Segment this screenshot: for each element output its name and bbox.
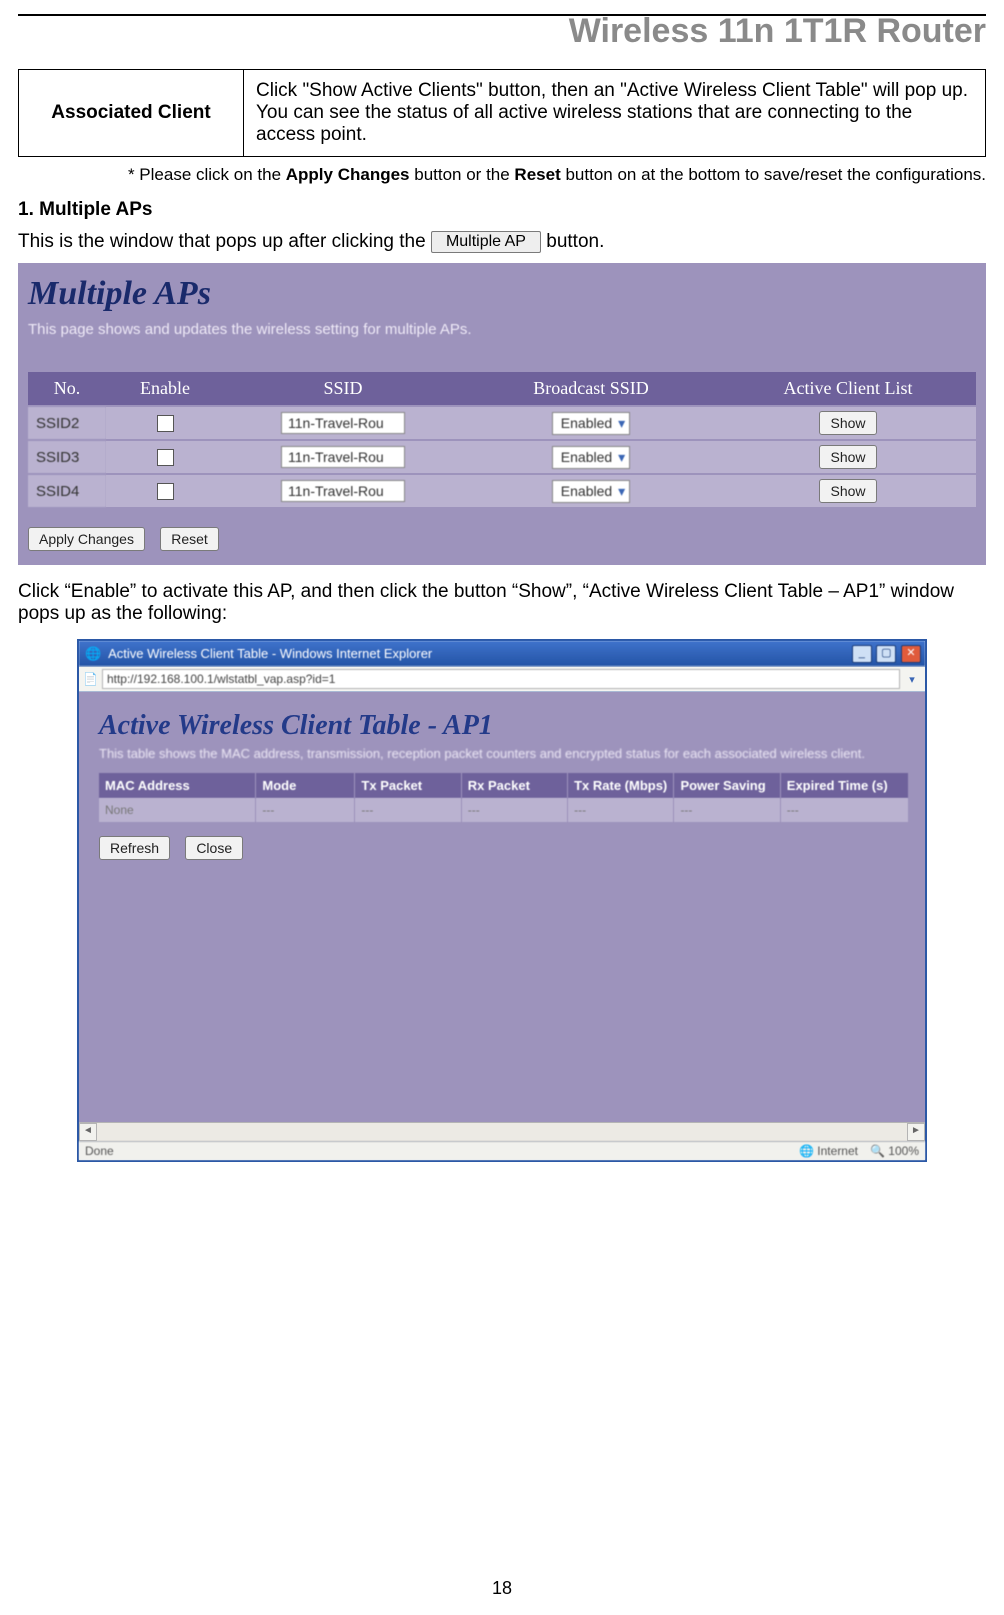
page-icon: 📄 [83,672,98,686]
ssid-input[interactable]: 11n-Travel-Rou [281,480,405,502]
client-table-title: Active Wireless Client Table - AP1 [99,710,909,742]
table-row: SSID3 11n-Travel-Rou Enabled Show [28,440,976,474]
section-heading-multiple-aps: 1. Multiple APs [18,199,986,221]
scroll-left-icon[interactable]: ◄ [79,1123,97,1141]
ssid-input[interactable]: 11n-Travel-Rou [281,412,405,434]
go-dropdown-icon[interactable]: ▾ [903,673,921,686]
url-input[interactable]: http://192.168.100.1/wlstatbl_vap.asp?id… [102,669,900,689]
window-title: 🌐 Active Wireless Client Table - Windows… [85,646,432,662]
cell-none: None [99,798,256,822]
row-no: SSID4 [28,474,106,508]
ie-window: 🌐 Active Wireless Client Table - Windows… [77,639,927,1162]
cell: --- [674,798,780,822]
cell: --- [780,798,908,822]
col-header: Tx Packet [355,773,461,798]
col-header: Mode [256,773,355,798]
horizontal-scrollbar[interactable]: ◄ ► [79,1122,925,1141]
client-table: MAC Address Mode Tx Packet Rx Packet Tx … [99,773,909,822]
status-done: Done [85,1144,114,1158]
definition-description: Click "Show Active Clients" button, then… [244,70,986,157]
cell: --- [461,798,567,822]
col-header-enable: Enable [106,372,224,406]
row-no: SSID3 [28,440,106,474]
between-text: Click “Enable” to activate this AP, and … [18,581,986,625]
broadcast-select[interactable]: Enabled [552,480,630,503]
show-button[interactable]: Show [819,445,876,469]
refresh-button[interactable]: Refresh [99,836,170,860]
enable-checkbox[interactable] [157,483,174,500]
page-title: Wireless 11n 1T1R Router [18,12,986,51]
cell: --- [256,798,355,822]
table-row: SSID2 11n-Travel-Rou Enabled Show [28,406,976,440]
col-header-ssid: SSID [224,372,462,406]
security-zone: 🌐 Internet [799,1144,858,1158]
col-header-active: Active Client List [720,372,976,406]
col-header: MAC Address [99,773,256,798]
col-header: Rx Packet [461,773,567,798]
ssid-input[interactable]: 11n-Travel-Rou [281,446,405,468]
status-bar: Done 🌐 Internet 🔍 100% [79,1141,925,1160]
table-row: None --- --- --- --- --- --- [99,798,909,822]
show-button[interactable]: Show [819,479,876,503]
row-no: SSID2 [28,406,106,440]
client-table-description: This table shows the MAC address, transm… [99,746,909,761]
ie-icon: 🌐 [85,646,101,661]
close-button[interactable]: ✕ [901,645,921,663]
multiple-aps-title: Multiple APs [28,271,976,315]
enable-checkbox[interactable] [157,415,174,432]
maximize-button[interactable]: ▢ [876,645,896,663]
scroll-right-icon[interactable]: ► [907,1123,925,1141]
multiple-aps-screenshot: Multiple APs This page shows and updates… [18,263,986,565]
reset-button[interactable]: Reset [160,527,219,551]
intro-line: This is the window that pops up after cl… [18,231,986,253]
col-header-broadcast: Broadcast SSID [462,372,720,406]
internet-icon: 🌐 [799,1144,814,1158]
zoom-icon: 🔍 [870,1144,885,1158]
window-titlebar[interactable]: 🌐 Active Wireless Client Table - Windows… [79,641,925,666]
definition-label: Associated Client [19,70,244,157]
table-row: SSID4 11n-Travel-Rou Enabled Show [28,474,976,508]
minimize-button[interactable]: _ [852,645,872,663]
multiple-aps-table: No. Enable SSID Broadcast SSID Active Cl… [28,372,976,509]
cell: --- [355,798,461,822]
definition-table: Associated Client Click "Show Active Cli… [18,69,986,157]
multiple-ap-button[interactable]: Multiple AP [431,231,541,253]
broadcast-select[interactable]: Enabled [552,412,630,435]
col-header-no: No. [28,372,106,406]
apply-changes-button[interactable]: Apply Changes [28,527,145,551]
page-number: 18 [18,1578,986,1599]
broadcast-select[interactable]: Enabled [552,446,630,469]
col-header: Expired Time (s) [780,773,908,798]
col-header: Tx Rate (Mbps) [568,773,674,798]
apply-reset-note: * Please click on the Apply Changes butt… [36,165,986,185]
enable-checkbox[interactable] [157,449,174,466]
multiple-aps-description: This page shows and updates the wireless… [28,321,976,338]
col-header: Power Saving [674,773,780,798]
address-bar: 📄 http://192.168.100.1/wlstatbl_vap.asp?… [79,666,925,692]
cell: --- [568,798,674,822]
zoom-level[interactable]: 🔍 100% [870,1144,919,1158]
close-page-button[interactable]: Close [185,836,243,860]
show-button[interactable]: Show [819,411,876,435]
